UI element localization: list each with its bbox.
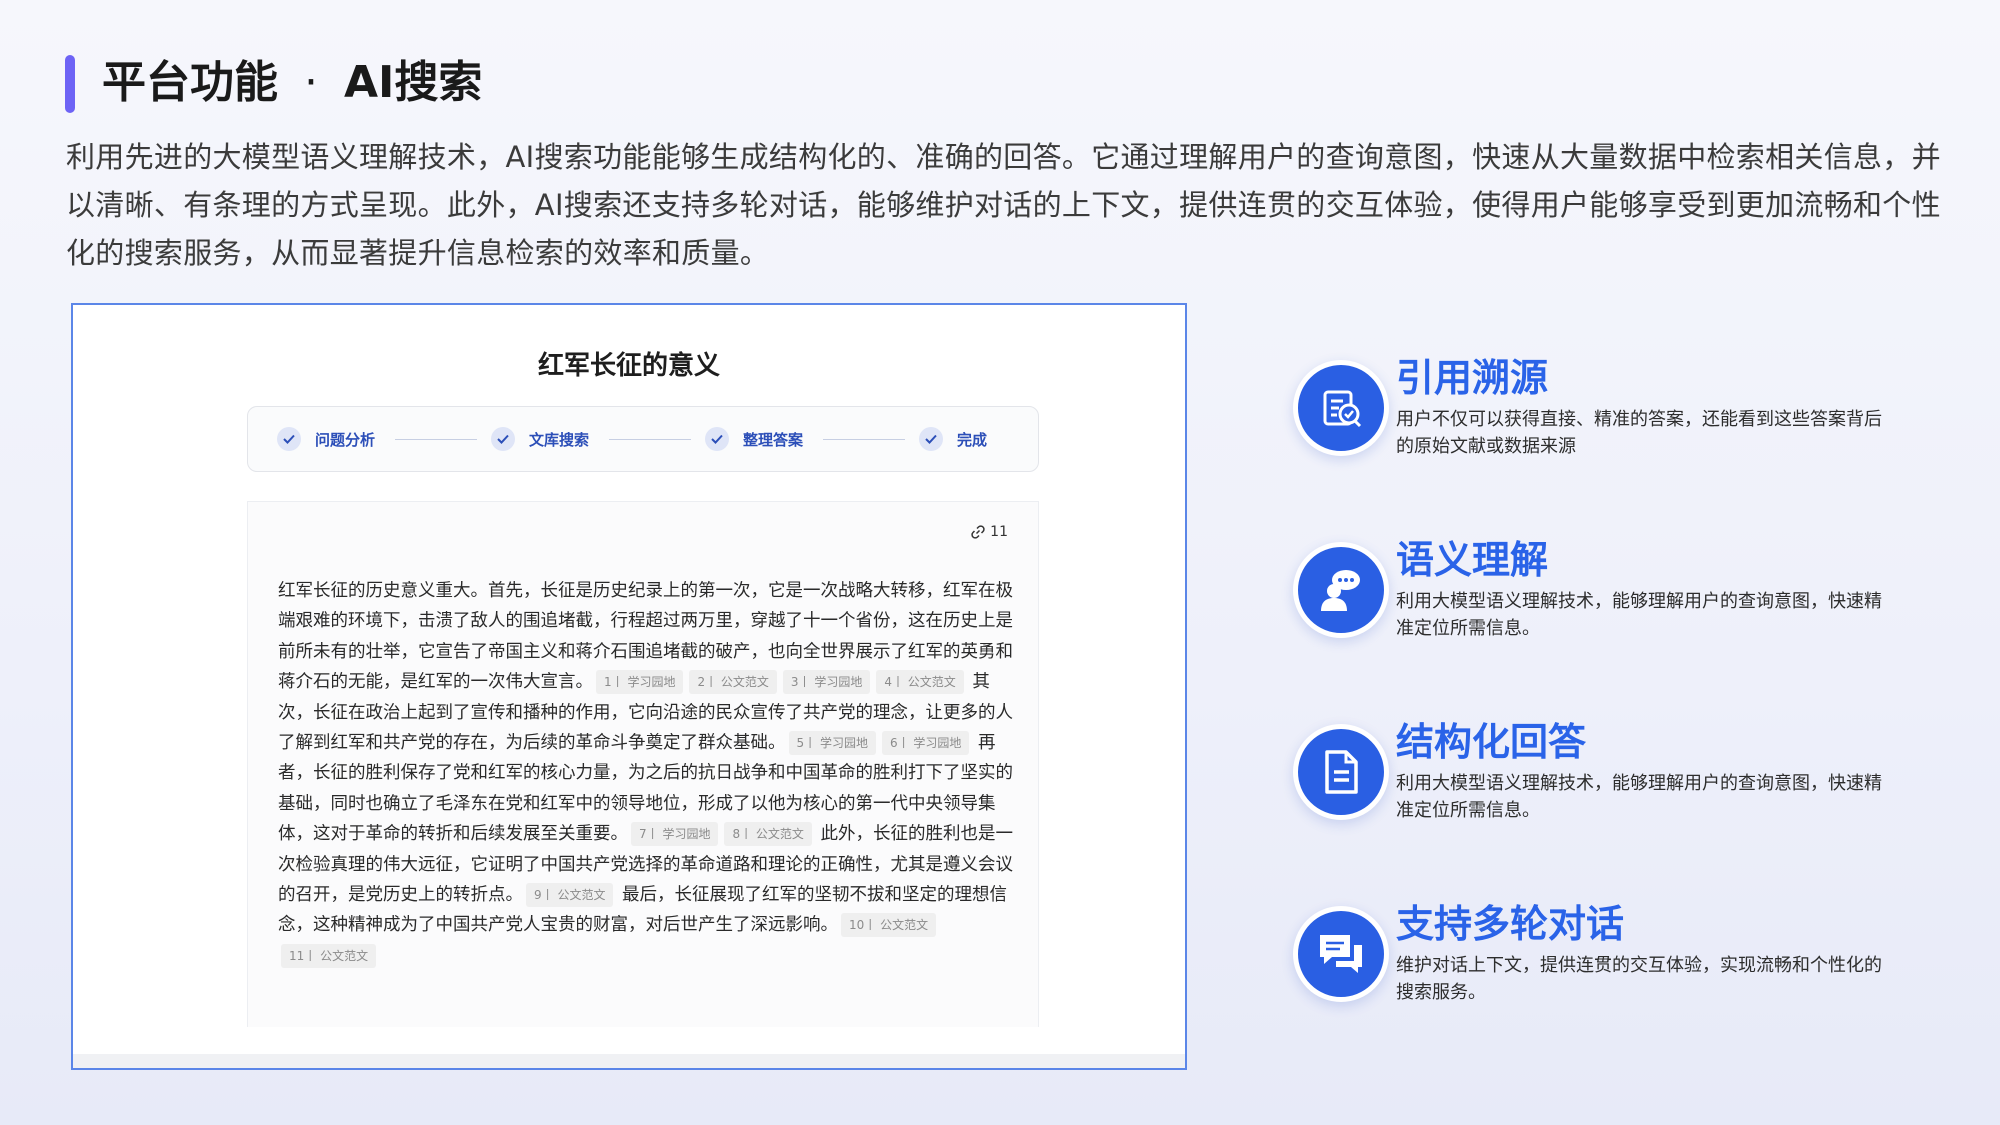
- step-analysis: 问题分析: [277, 425, 375, 453]
- document-check-icon: [1293, 360, 1389, 456]
- step-connector: [395, 439, 477, 440]
- page-title-sub: AI搜索: [344, 57, 483, 108]
- progress-steps: 问题分析 文库搜索 整理答案 完成: [247, 406, 1039, 472]
- page-title: 平台功能 · AI搜索: [102, 50, 482, 116]
- step-label: 整理答案: [743, 430, 804, 449]
- citation-chip[interactable]: 7丨 学习园地: [631, 822, 719, 847]
- document-icon: [1293, 724, 1389, 820]
- citation-chip[interactable]: 5丨 学习园地: [788, 731, 876, 756]
- answer-title: 红军长征的意义: [537, 351, 720, 381]
- feature-citation-trace: 引用溯源 用户不仅可以获得直接、精准的答案，还能看到这些答案背后的原始文献或数据…: [1293, 356, 1893, 490]
- search-result-screenshot: 红军长征的意义 问题分析 文库搜索 整理答案 完成 11 红军长征的历史意义重大…: [71, 303, 1187, 1070]
- citation-chip[interactable]: 6丨 学习园地: [881, 731, 970, 756]
- feature-description: 用户不仅可以获得直接、精准的答案，还能看到这些答案背后的原始文献或数据来源: [1396, 409, 1882, 457]
- citation-chip[interactable]: 8丨 公文范文: [724, 822, 812, 847]
- answer-panel: 11 红军长征的历史意义重大。首先，长征是历史纪录上的第一次，它是一次战略大转移…: [247, 501, 1039, 1027]
- feature-title: 结构化回答: [1396, 720, 1587, 764]
- brain-user-icon: [1293, 542, 1389, 638]
- check-icon: [919, 427, 943, 451]
- citation-chip[interactable]: 1丨 学习园地: [596, 670, 684, 695]
- citation-chip[interactable]: 2丨 公文范文: [689, 670, 777, 695]
- reference-count[interactable]: 11: [970, 524, 1008, 540]
- frame-bottom-bar: [73, 1054, 1185, 1068]
- reference-count-value: 11: [990, 524, 1008, 540]
- citation-chip[interactable]: 4丨 公文范文: [876, 670, 964, 695]
- feature-title: 语义理解: [1396, 538, 1549, 582]
- step-label: 文库搜索: [529, 430, 590, 449]
- citation-chip[interactable]: 9丨 公文范文: [526, 883, 614, 908]
- link-icon: [971, 525, 985, 539]
- citation-chip[interactable]: 10丨 公文范文: [841, 913, 937, 938]
- citation-chip[interactable]: 3丨 学习园地: [782, 670, 871, 695]
- step-label: 完成: [957, 430, 988, 449]
- title-accent-bar: [65, 55, 75, 113]
- feature-title: 支持多轮对话: [1396, 902, 1625, 946]
- feature-title: 引用溯源: [1396, 356, 1549, 400]
- feature-description: 维护对话上下文，提供连贯的交互体验，实现流畅和个性化的搜索服务。: [1396, 955, 1882, 1003]
- feature-description: 利用大模型语义理解技术，能够理解用户的查询意图，快速精准定位所需信息。: [1396, 591, 1882, 639]
- step-complete: 完成: [919, 425, 987, 453]
- step-connector: [823, 439, 905, 440]
- feature-semantic-understanding: 语义理解 利用大模型语义理解技术，能够理解用户的查询意图，快速精准定位所需信息。: [1293, 538, 1893, 672]
- feature-structured-answer: 结构化回答 利用大模型语义理解技术，能够理解用户的查询意图，快速精准定位所需信息…: [1293, 720, 1893, 854]
- step-connector: [609, 439, 691, 440]
- answer-body: 红军长征的历史意义重大。首先，长征是历史纪录上的第一次，它是一次战略大转移，红军…: [278, 576, 1013, 971]
- intro-paragraph: 利用先进的大模型语义理解技术，AI搜索功能能够生成结构化的、准确的回答。它通过理…: [66, 140, 1941, 270]
- feature-description: 利用大模型语义理解技术，能够理解用户的查询意图，快速精准定位所需信息。: [1396, 773, 1882, 821]
- page-title-main: 平台功能: [102, 57, 278, 108]
- step-label: 问题分析: [315, 430, 376, 449]
- feature-multi-turn-dialog: 支持多轮对话 维护对话上下文，提供连贯的交互体验，实现流畅和个性化的搜索服务。: [1293, 902, 1893, 1036]
- title-separator: ·: [304, 57, 318, 108]
- chat-bubbles-icon: [1293, 906, 1389, 1002]
- check-icon: [705, 427, 729, 451]
- check-icon: [277, 427, 301, 451]
- check-icon: [491, 427, 515, 451]
- step-organize: 整理答案: [705, 425, 803, 453]
- step-library-search: 文库搜索: [491, 425, 589, 453]
- citation-chip[interactable]: 11丨 公文范文: [281, 943, 377, 968]
